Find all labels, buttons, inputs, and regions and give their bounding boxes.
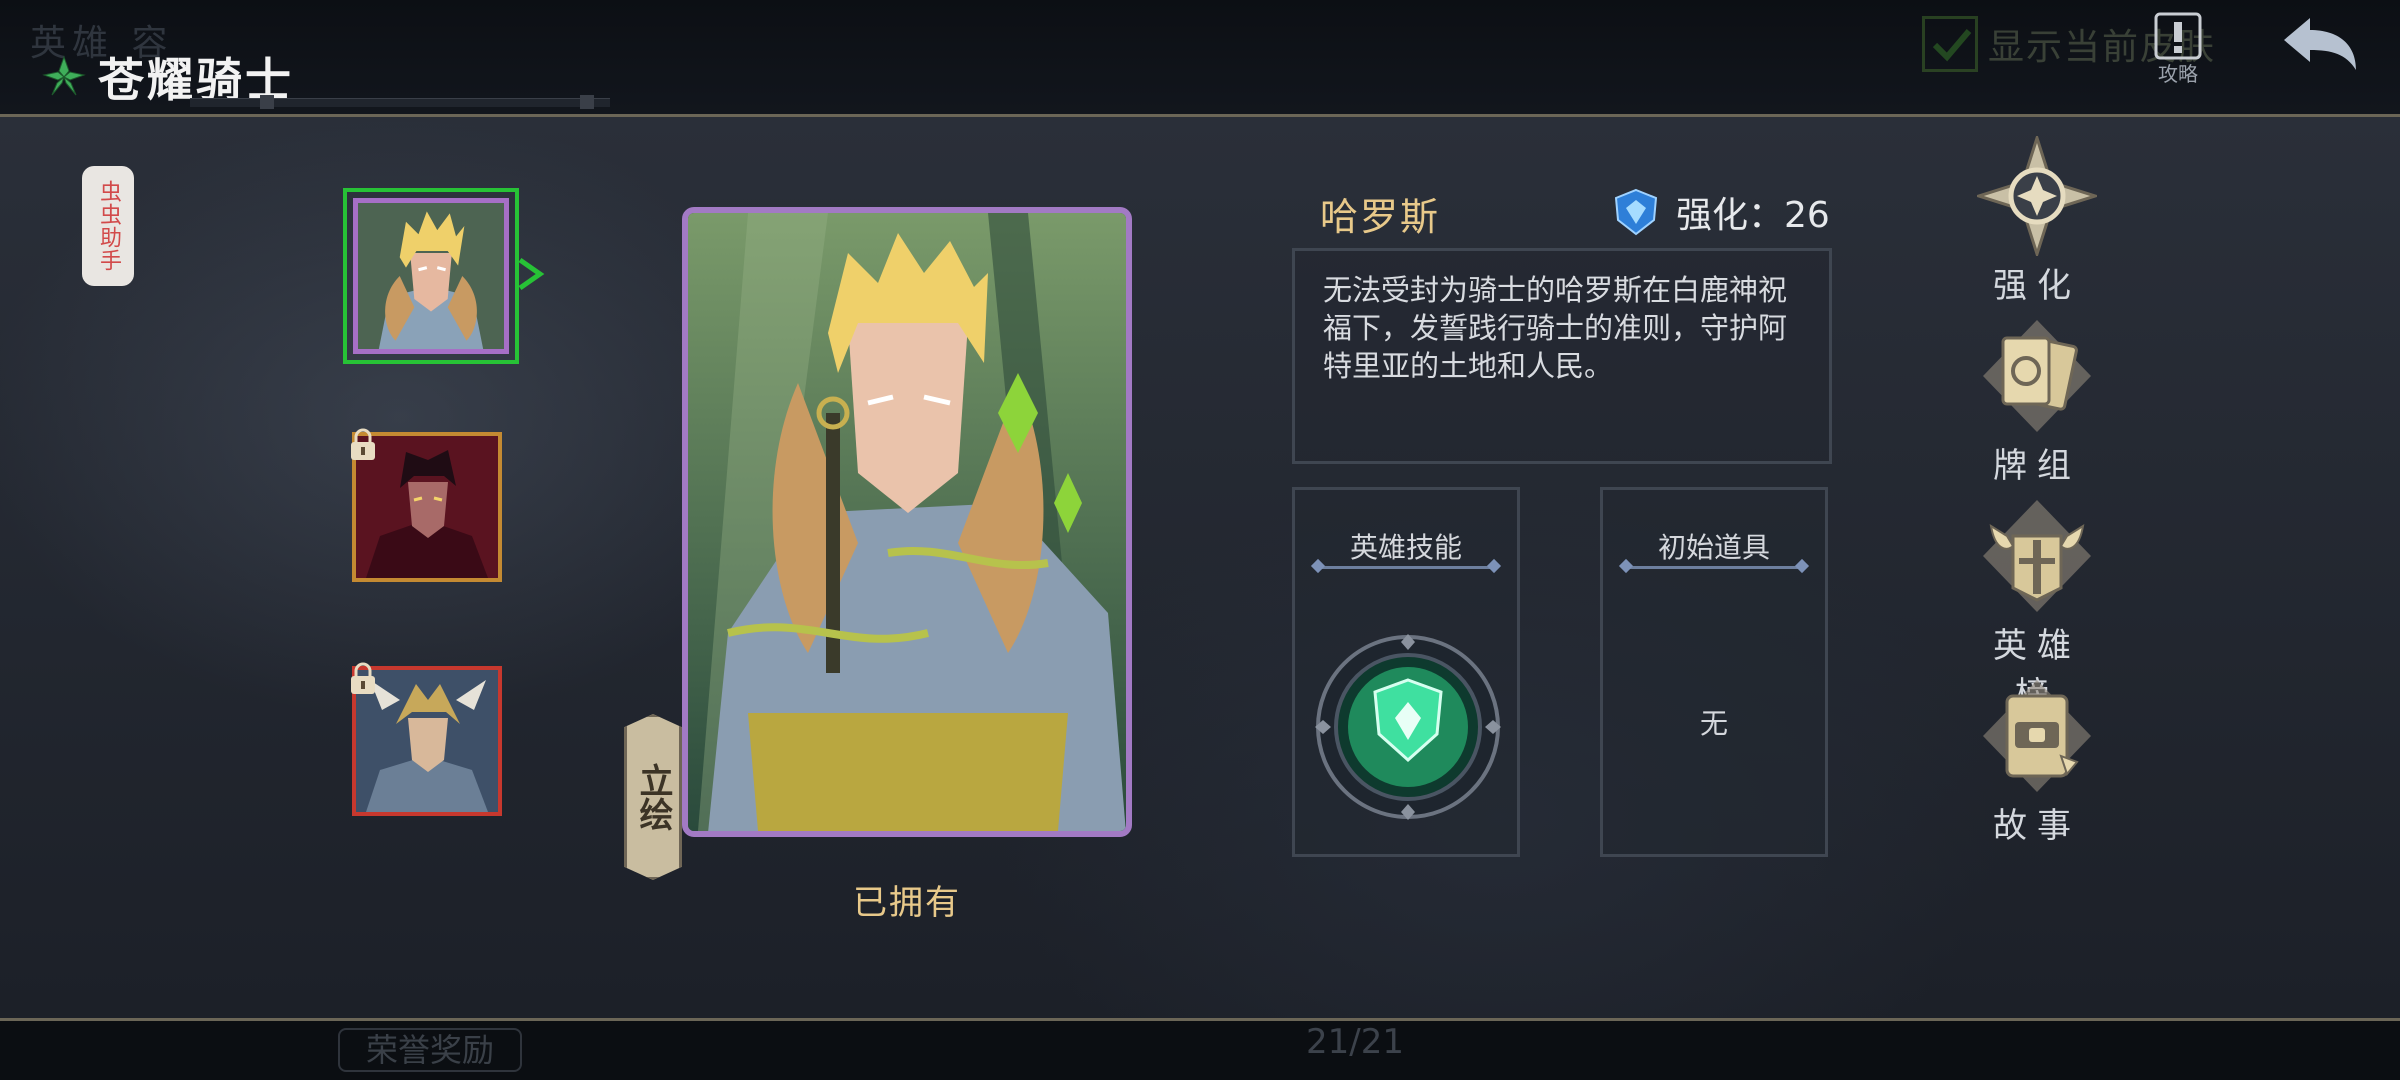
starting-item-title: 初始道具: [1657, 531, 1770, 564]
lock-icon: [351, 662, 375, 694]
scroll-end: [580, 95, 594, 109]
upgrade-level: 强化：26: [1610, 186, 1830, 238]
owned-status: 已拥有: [853, 883, 961, 923]
hero-name: 哈罗斯: [1320, 195, 1441, 239]
story-button[interactable]: 故事: [1972, 676, 2102, 847]
back-arrow-icon[interactable]: [2280, 14, 2360, 74]
upgrade-button[interactable]: 强化: [1972, 136, 2102, 307]
guide-label: 攻略: [2158, 62, 2198, 86]
hero-art-card[interactable]: [682, 207, 1132, 837]
hero-full-art: [688, 213, 1126, 831]
blue-crest-icon: [1614, 188, 1658, 236]
upgrade-text: 强化：26: [1676, 195, 1830, 236]
show-skin-checkbox[interactable]: [1922, 16, 1978, 72]
divider: [1317, 566, 1495, 569]
guide-button[interactable]: 攻略: [2148, 12, 2208, 86]
deck-button[interactable]: 牌组: [1972, 316, 2102, 487]
starting-item-value: 无: [1699, 707, 1728, 740]
hero-slot-selected[interactable]: [343, 188, 519, 364]
hero-scroll-bar[interactable]: [190, 95, 610, 109]
hero-skill-panel: 英雄技能: [1292, 487, 1520, 857]
menu-label: 牌组: [1993, 446, 2081, 486]
hero-description: 无法受封为骑士的哈罗斯在白鹿神祝福下，发誓践行骑士的准则，守护阿特里亚的土地和人…: [1323, 273, 1788, 383]
art-view-button[interactable]: 立绘: [624, 714, 682, 880]
menu-label: 故事: [1993, 806, 2081, 846]
lock-icon: [351, 428, 375, 460]
check-icon: [1932, 29, 1972, 62]
shield-skill-icon[interactable]: [1313, 632, 1503, 822]
honor-reward-button[interactable]: 荣誉奖励: [338, 1028, 522, 1072]
selected-arrow-icon: [518, 257, 545, 291]
hero-portrait-haros: [358, 203, 504, 349]
horned-helmet-icon: [1983, 500, 2091, 612]
description-box: 无法受封为骑士的哈罗斯在白鹿神祝福下，发誓践行骑士的准则，守护阿特里亚的土地和人…: [1292, 248, 1832, 464]
starting-item-panel: 初始道具 无: [1600, 487, 1828, 857]
hero-skill-title: 英雄技能: [1349, 531, 1462, 564]
helper-tab[interactable]: 虫虫助手: [82, 166, 134, 286]
guide-book-icon: [2154, 12, 2202, 60]
scroll-knob[interactable]: [260, 95, 274, 109]
card-deck-icon: [1983, 320, 2091, 432]
hero-page-count: 21/21: [1306, 1022, 1404, 1062]
leaf-emblem-icon: [42, 55, 86, 96]
divider: [1625, 566, 1803, 569]
compass-star-icon: [1977, 136, 2097, 256]
story-book-icon: [1983, 680, 2091, 792]
menu-label: 强化: [1993, 266, 2081, 306]
